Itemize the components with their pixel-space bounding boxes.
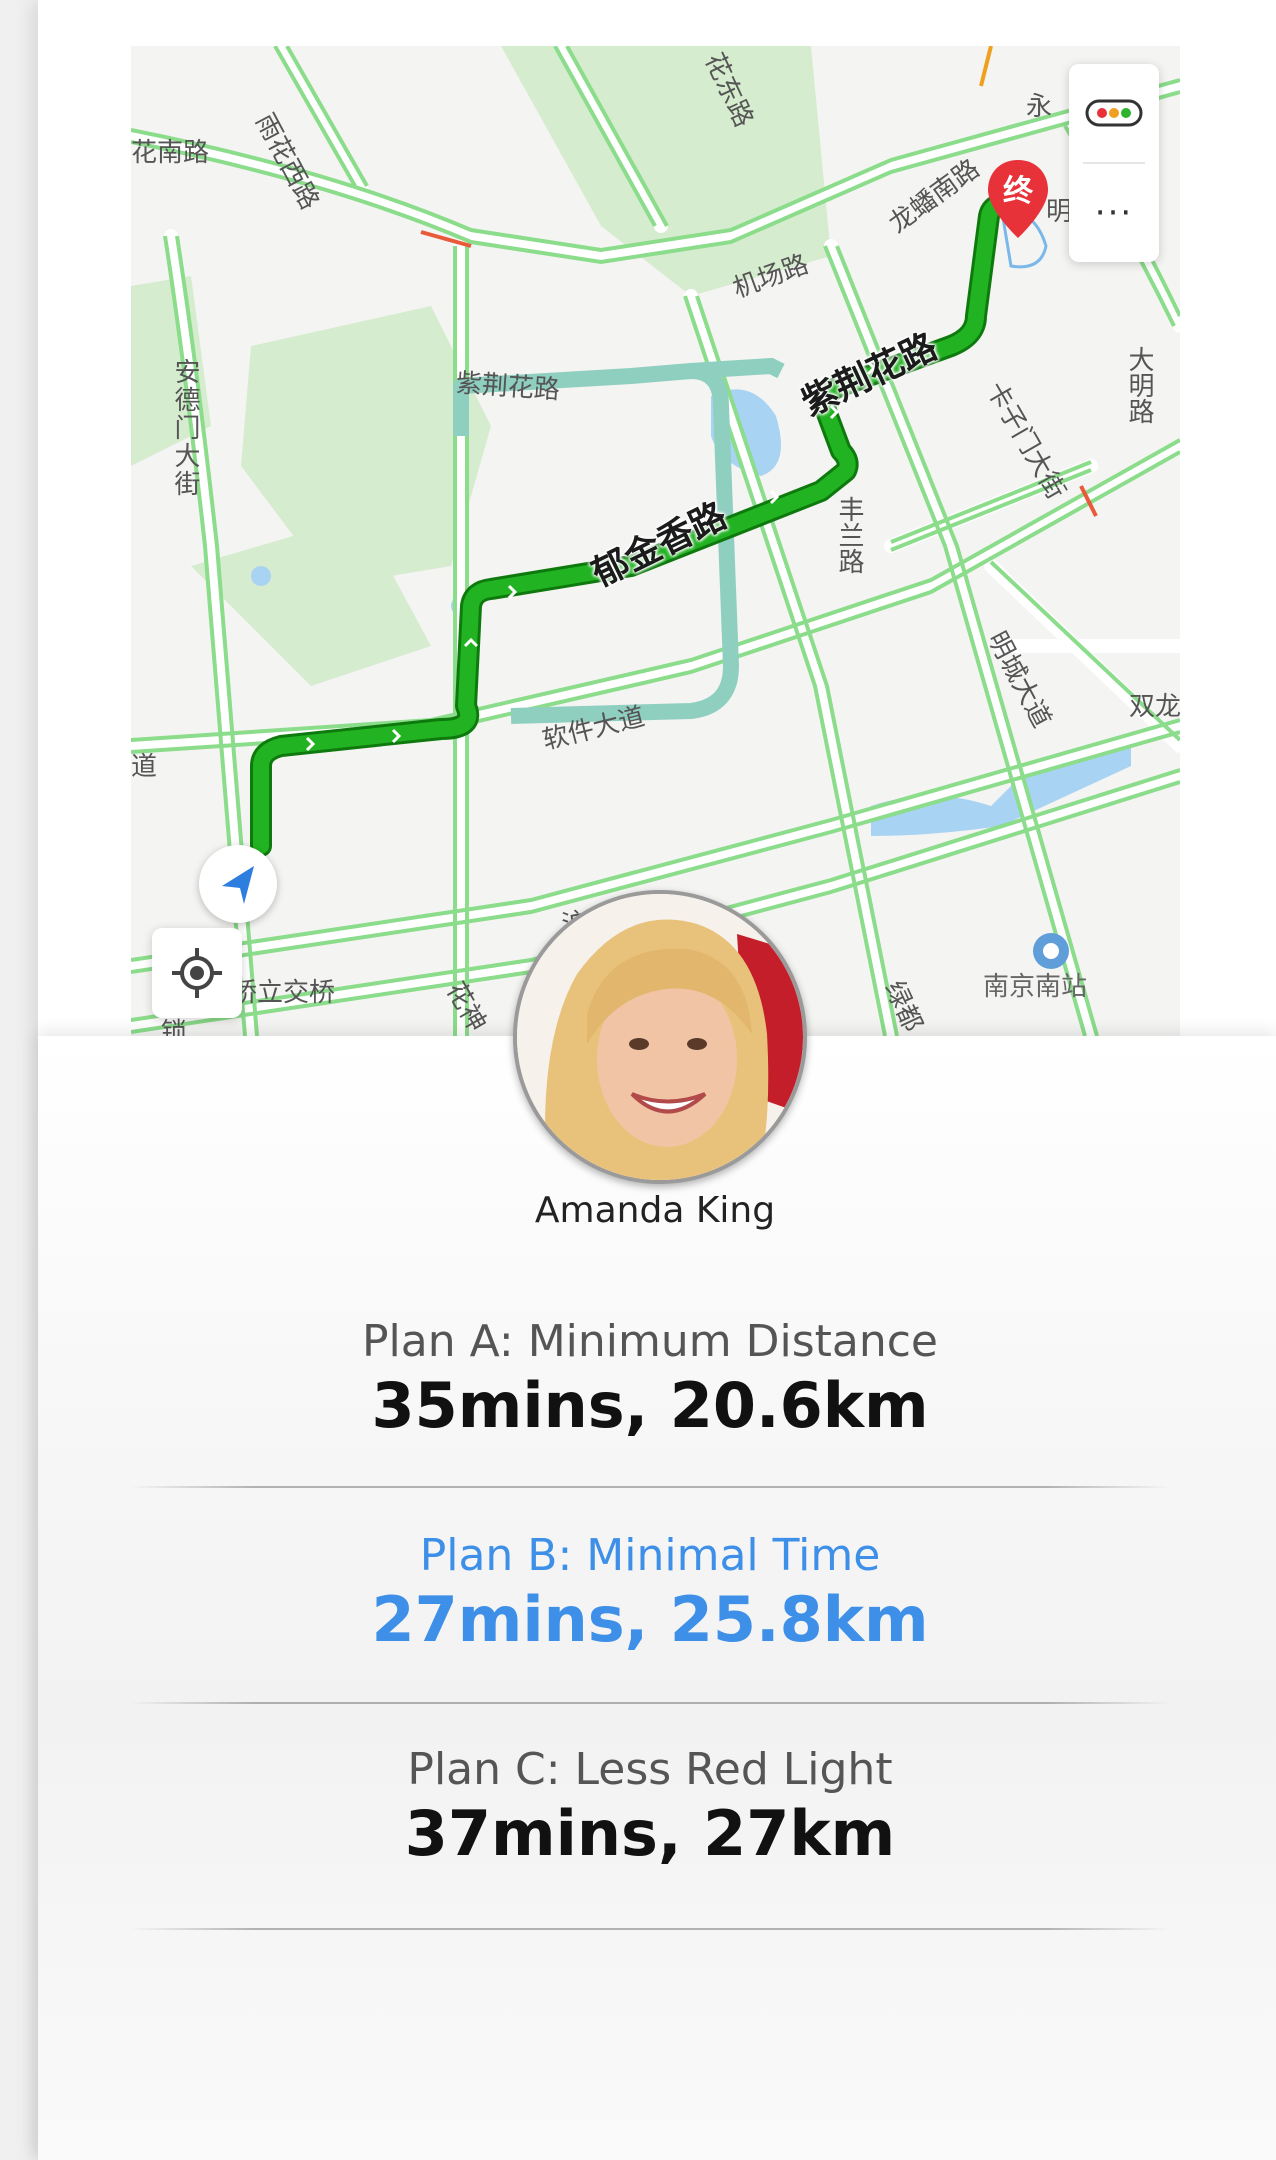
plan-divider [130, 1486, 1170, 1488]
navigation-arrow-icon[interactable] [199, 845, 277, 923]
locate-icon [172, 948, 222, 998]
road-label: 安德门大街 [170, 358, 200, 498]
road-label: 永 [1026, 92, 1053, 122]
plan-value: 35mins, 20.6km [371, 1369, 929, 1442]
user-name: Amanda King [534, 1190, 776, 1231]
plan-value: 27mins, 25.8km [371, 1583, 929, 1656]
road-label: 道 [131, 752, 158, 782]
plan-a[interactable]: Plan A: Minimum Distance 35mins, 20.6km [130, 1316, 1170, 1442]
map-controls: ··· [1069, 64, 1159, 262]
more-button[interactable]: ··· [1069, 164, 1159, 262]
user-avatar[interactable] [513, 890, 807, 1184]
traffic-light-icon [1085, 99, 1143, 127]
plan-title: Plan B: Minimal Time [419, 1530, 881, 1581]
destination-pin-icon[interactable]: 终 [986, 158, 1050, 242]
destination-label: 终 [1003, 174, 1033, 209]
plan-title: Plan C: Less Red Light [407, 1744, 893, 1795]
plan-c[interactable]: Plan C: Less Red Light 37mins, 27km [130, 1744, 1170, 1870]
more-icon: ··· [1094, 193, 1134, 233]
traffic-toggle-button[interactable] [1069, 64, 1159, 162]
locate-button[interactable] [152, 928, 242, 1018]
road-label: 紫荆花路 [454, 368, 561, 406]
plan-divider [130, 1928, 1170, 1930]
road-label: 大明路 [1124, 346, 1154, 424]
plan-title: Plan A: Minimum Distance [361, 1316, 939, 1367]
plan-divider [130, 1702, 1170, 1704]
road-label: 花南路 [131, 138, 210, 168]
station-label: 南京南站 [983, 972, 1088, 1002]
road-label: 桥立交桥 [231, 978, 336, 1008]
plan-b[interactable]: Plan B: Minimal Time 27mins, 25.8km [130, 1530, 1170, 1656]
road-label: 双龙 [1129, 692, 1180, 722]
plan-value: 37mins, 27km [404, 1797, 896, 1870]
road-label: 丰兰路 [834, 496, 864, 574]
